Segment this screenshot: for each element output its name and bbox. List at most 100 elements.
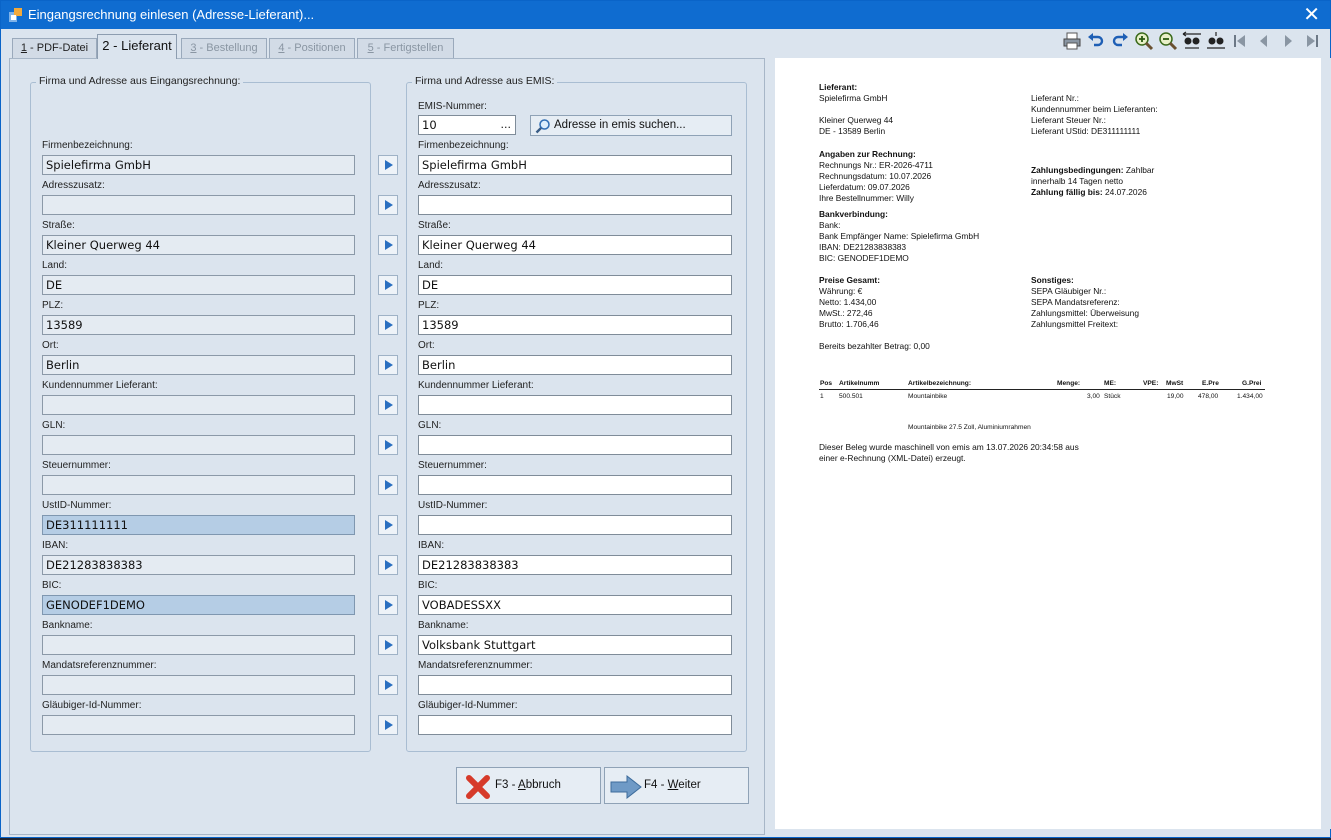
invoice-field-value[interactable]: 13589 — [42, 315, 355, 335]
invoice-field-label: Firmenbezeichnung: — [42, 140, 133, 151]
emis-field-input[interactable]: Berlin — [418, 355, 732, 375]
invoice-field-value[interactable] — [42, 475, 355, 495]
tab-lieferant[interactable]: 2 - Lieferant — [97, 34, 177, 59]
copy-arrow-button[interactable] — [378, 515, 398, 535]
app-icon — [9, 8, 22, 22]
emis-field-input[interactable] — [418, 715, 732, 735]
prev-page-icon[interactable] — [1254, 31, 1274, 51]
emis-field-label: Bankname: — [418, 620, 469, 631]
emis-field-input[interactable] — [418, 195, 732, 215]
col-mwst: MwSt — [1166, 380, 1184, 387]
emis-field-input[interactable] — [418, 515, 732, 535]
emis-field-input[interactable]: Volksbank Stuttgart — [418, 635, 732, 655]
emis-number-value: 10 — [422, 118, 437, 132]
invoice-field-value[interactable]: GENODEF1DEMO — [42, 595, 355, 615]
preview-empfaenger: Bank Empfänger Name: Spielefirma GmbH — [819, 231, 980, 241]
invoice-field-value[interactable]: DE21283838383 — [42, 555, 355, 575]
fit-page-icon[interactable] — [1206, 31, 1226, 51]
emis-field-input[interactable]: Kleiner Querweg 44 — [418, 235, 732, 255]
invoice-field-value[interactable]: Berlin — [42, 355, 355, 375]
preview-zahlungsmittel: Zahlungsmittel: Überweisung — [1031, 308, 1139, 318]
fit-width-icon[interactable] — [1182, 31, 1202, 51]
invoice-field-value[interactable] — [42, 635, 355, 655]
emis-number-field[interactable]: 10 ... — [418, 115, 516, 135]
emis-field-input[interactable]: DE21283838383 — [418, 555, 732, 575]
invoice-field-value[interactable] — [42, 195, 355, 215]
emis-field-input[interactable]: DE — [418, 275, 732, 295]
search-icon — [535, 119, 550, 134]
emis-field-label: PLZ: — [418, 300, 440, 311]
emis-field-input[interactable]: Spielefirma GmbH — [418, 155, 732, 175]
copy-arrow-button[interactable] — [378, 315, 398, 335]
invoice-field-label: Gläubiger-Id-Nummer: — [42, 700, 142, 711]
emis-field-input[interactable] — [418, 475, 732, 495]
tab-pdf-datei[interactable]: 1 - PDF-Datei — [12, 38, 97, 59]
tab-label: Fertigstellen — [383, 42, 444, 54]
next-button[interactable]: F4 - Weiter — [604, 767, 749, 804]
preview-mwst: MwSt.: 272,46 — [819, 308, 873, 318]
emis-field-input[interactable] — [418, 395, 732, 415]
tab-positionen[interactable]: 4 - Positionen — [269, 38, 355, 59]
copy-arrow-button[interactable] — [378, 155, 398, 175]
invoice-field-value[interactable] — [42, 395, 355, 415]
zoom-out-icon[interactable] — [1158, 31, 1178, 51]
copy-arrow-button[interactable] — [378, 475, 398, 495]
last-page-icon[interactable] — [1302, 31, 1322, 51]
emis-field-label: Mandatsreferenznummer: — [418, 660, 533, 671]
preview-bestellnummer: Ihre Bestellnummer: Willy — [819, 193, 914, 203]
invoice-field-label: UstID-Nummer: — [42, 500, 112, 511]
undo-icon[interactable] — [1086, 31, 1106, 51]
group-title: Firma und Adresse aus Eingangsrechnung: — [36, 75, 244, 87]
preview-preise-heading: Preise Gesamt: — [819, 275, 880, 285]
invoice-field-value[interactable] — [42, 715, 355, 735]
copy-arrow-button[interactable] — [378, 555, 398, 575]
close-icon[interactable]: ✕ — [1303, 4, 1320, 24]
preview-netto: Netto: 1.434,00 — [819, 297, 877, 307]
emis-field-input[interactable] — [418, 675, 732, 695]
copy-arrow-button[interactable] — [378, 635, 398, 655]
copy-arrow-button[interactable] — [378, 715, 398, 735]
col-me: ME: — [1104, 380, 1117, 387]
invoice-field-value[interactable]: DE — [42, 275, 355, 295]
invoice-field-value[interactable] — [42, 435, 355, 455]
invoice-field-value[interactable]: Spielefirma GmbH — [42, 155, 355, 175]
copy-arrow-button[interactable] — [378, 275, 398, 295]
row-me: Stück — [1104, 393, 1121, 400]
redo-icon[interactable] — [1110, 31, 1130, 51]
search-address-button[interactable]: Adresse in emis suchen... — [530, 115, 732, 136]
cancel-button[interactable]: F3 - Abbruch — [456, 767, 601, 804]
invoice-preview[interactable]: Lieferant: Spielefirma GmbH Kleiner Quer… — [775, 58, 1321, 829]
copy-arrow-button[interactable] — [378, 675, 398, 695]
tab-bestellung[interactable]: 3 - Bestellung — [181, 38, 267, 59]
invoice-field-value[interactable] — [42, 675, 355, 695]
first-page-icon[interactable] — [1230, 31, 1250, 51]
copy-arrow-button[interactable] — [378, 595, 398, 615]
zoom-in-icon[interactable] — [1134, 31, 1154, 51]
row-artikelnummer: 500.501 — [839, 393, 863, 400]
emis-field-label: Steuernummer: — [418, 460, 487, 471]
search-address-label: Adresse in emis suchen... — [554, 119, 686, 131]
copy-arrow-button[interactable] — [378, 435, 398, 455]
emis-field-label: UstID-Nummer: — [418, 500, 488, 511]
preview-bic: BIC: GENODEF1DEMO — [819, 253, 909, 263]
invoice-field-value[interactable]: DE311111111 — [42, 515, 355, 535]
emis-field-input[interactable] — [418, 435, 732, 455]
preview-brutto: Brutto: 1.706,46 — [819, 319, 879, 329]
invoice-field-label: PLZ: — [42, 300, 64, 311]
emis-field-input[interactable]: VOBADESSXX — [418, 595, 732, 615]
tab-fertigstellen[interactable]: 5 - Fertigstellen — [357, 38, 454, 59]
emis-field-input[interactable]: 13589 — [418, 315, 732, 335]
emis-lookup-button[interactable]: ... — [501, 116, 512, 134]
row-artikelbezeichnung: Mountainbike — [908, 393, 948, 400]
invoice-field-value[interactable]: Kleiner Querweg 44 — [42, 235, 355, 255]
invoice-field-label: Kundennummer Lieferant: — [42, 380, 158, 391]
arrow-right-icon — [385, 560, 393, 570]
copy-arrow-button[interactable] — [378, 235, 398, 255]
preview-steuer: Lieferant Steuer Nr.: — [1031, 115, 1106, 125]
next-label: F4 - Weiter — [644, 779, 701, 791]
copy-arrow-button[interactable] — [378, 195, 398, 215]
print-icon[interactable] — [1062, 31, 1082, 51]
copy-arrow-button[interactable] — [378, 395, 398, 415]
copy-arrow-button[interactable] — [378, 355, 398, 375]
next-page-icon[interactable] — [1278, 31, 1298, 51]
